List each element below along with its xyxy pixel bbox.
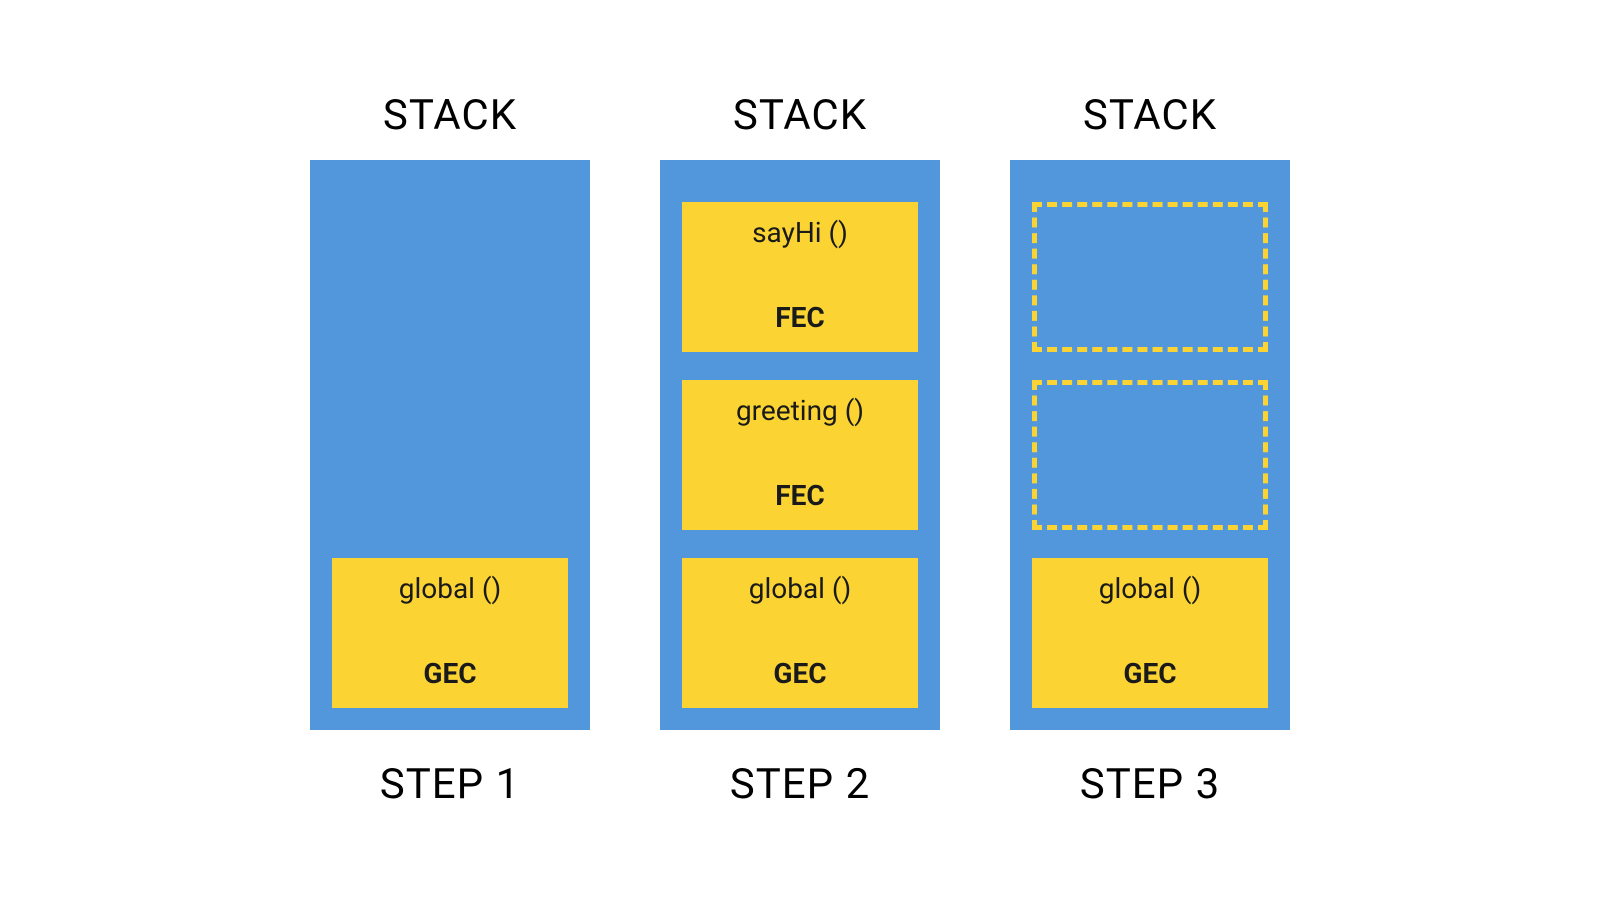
stack-frame-global: global () GEC <box>332 558 568 708</box>
stack-frame-sayhi: sayHi () FEC <box>682 202 918 352</box>
frame-name: global () <box>1032 572 1268 605</box>
step-label: STEP 2 <box>730 760 870 809</box>
stack-title: STACK <box>1083 91 1217 140</box>
stack-box: sayHi () FEC greeting () FEC global () G… <box>660 160 940 730</box>
frame-name: global () <box>332 572 568 605</box>
stack-column-1: STACK global () GEC STEP 1 <box>310 91 590 809</box>
frame-name: sayHi () <box>682 216 918 249</box>
frame-type: GEC <box>682 657 918 690</box>
frame-name: greeting () <box>682 394 918 427</box>
stack-box: global () GEC <box>1010 160 1290 730</box>
stack-title: STACK <box>383 91 517 140</box>
frame-type: FEC <box>682 479 918 512</box>
diagram-container: STACK global () GEC STEP 1 STACK sayHi (… <box>310 91 1290 809</box>
stack-column-3: STACK global () GEC STEP 3 <box>1010 91 1290 809</box>
frame-name: global () <box>682 572 918 605</box>
stack-column-2: STACK sayHi () FEC greeting () FEC globa… <box>660 91 940 809</box>
stack-frame-greeting: greeting () FEC <box>682 380 918 530</box>
frame-type: GEC <box>1032 657 1268 690</box>
frame-type: GEC <box>332 657 568 690</box>
step-label: STEP 1 <box>380 760 520 809</box>
stack-title: STACK <box>733 91 867 140</box>
step-label: STEP 3 <box>1080 760 1220 809</box>
stack-frame-popped <box>1032 202 1268 352</box>
frame-type: FEC <box>682 301 918 334</box>
stack-box: global () GEC <box>310 160 590 730</box>
stack-frame-global: global () GEC <box>682 558 918 708</box>
stack-frame-global: global () GEC <box>1032 558 1268 708</box>
stack-frame-popped <box>1032 380 1268 530</box>
